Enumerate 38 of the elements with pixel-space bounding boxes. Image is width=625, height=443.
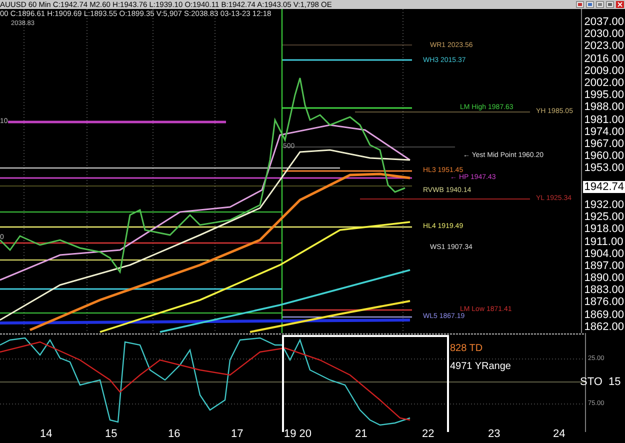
indicator-name: STO 15 [580,376,621,388]
price-axis-label: 2009.00 [583,64,625,77]
price-axis-label: 1981.00 [583,114,625,126]
price-axis-label: 2016.00 [583,52,625,65]
price-axis-label: 1995.00 [583,89,625,102]
time-axis-label: 16 [168,428,180,440]
price-axis-label: 1890.00 [583,272,625,284]
time-axis-label: 21 [355,428,368,440]
price-axis-label: 1967.00 [583,138,625,150]
time-axis-label: 14 [40,428,52,440]
price-axis-label: 2002.00 [583,76,625,90]
indicator-label: 828 TD [450,343,483,354]
price-axis-label: 1876.00 [583,296,625,309]
price-axis-label: 1911.00 [583,236,624,248]
time-axis-label: 17 [231,428,244,440]
price-axis-label: 1960.00 [583,150,625,162]
indicator-label: 4971 YRange [450,361,511,372]
time-axis-label: 24 [553,428,566,440]
price-axis-label: 2023.00 [583,40,625,53]
price-axis-label: 1918.00 [583,223,625,236]
time-axis-label: 23 [488,428,500,440]
price-axis-label: 1904.00 [583,248,625,260]
price-axis-label: 2030.00 [583,28,625,40]
time-axis-label: 15 [105,428,118,440]
close-icon[interactable] [616,1,624,8]
price-axis-label: 1925.00 [583,211,625,224]
price-axis-label: 1883.00 [583,284,625,296]
price-axis-label: 1988.00 [583,101,625,114]
time-axis-label: 22 [422,428,434,440]
price-axis-label: 1897.00 [583,260,625,272]
current-price-label: 1942.74 [583,180,625,193]
time-axis-label: 19 20 [284,428,312,440]
price-axis-label: 1953.00 [583,162,625,174]
price-axis-label: 2037.00 [583,16,625,28]
price-axis-label: 1932.00 [583,198,625,212]
price-axis-label: 1862.00 [583,320,625,333]
price-axis-label: 1974.00 [583,126,625,138]
price-axis-label: 1869.00 [583,308,625,321]
